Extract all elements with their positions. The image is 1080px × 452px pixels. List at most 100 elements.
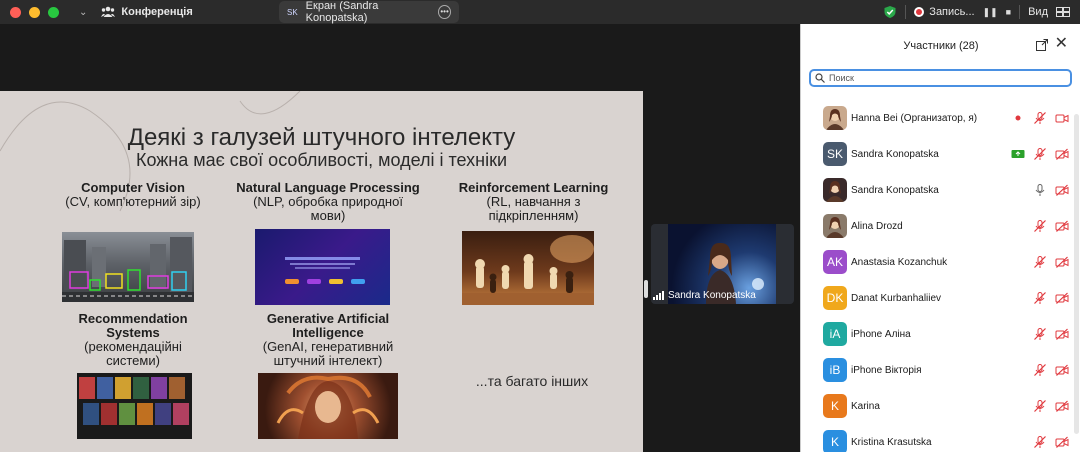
camera-off-icon[interactable] bbox=[1055, 363, 1069, 377]
camera-off-icon[interactable] bbox=[1055, 435, 1069, 449]
mic-muted-icon[interactable] bbox=[1033, 399, 1047, 413]
avatar: SK bbox=[823, 142, 847, 166]
nlp-interface-graphic bbox=[285, 257, 365, 284]
pop-out-icon[interactable] bbox=[1036, 39, 1048, 51]
participant-name: iPhone Вікторія bbox=[851, 364, 922, 376]
participant-list-scrollbar[interactable] bbox=[1074, 114, 1079, 434]
mic-muted-icon[interactable] bbox=[1033, 435, 1047, 449]
cv-block: Computer Vision (CV, комп'ютерний зір) bbox=[58, 181, 208, 209]
participant-row[interactable]: Hanna Bei (Организатор, я) bbox=[801, 100, 1080, 136]
participant-name: Sandra Konopatska bbox=[851, 148, 939, 160]
nlp-heading: Natural Language Processing bbox=[236, 180, 420, 195]
screen-share-tab[interactable]: SK Екран (Sandra Konopatska) ••• bbox=[279, 0, 459, 24]
participant-controls bbox=[1011, 147, 1069, 161]
participant-controls bbox=[1033, 327, 1069, 341]
cv-description: (CV, комп'ютерний зір) bbox=[65, 194, 201, 209]
meeting-title[interactable]: Конференція bbox=[101, 6, 193, 18]
avatar bbox=[823, 178, 847, 202]
signal-strength-icon bbox=[653, 291, 664, 300]
title-bar-right: Запись... ❚❚ ■ Вид bbox=[883, 0, 1070, 24]
participant-search[interactable] bbox=[809, 69, 1072, 87]
participant-row[interactable]: Alina Drozd bbox=[801, 208, 1080, 244]
participant-row[interactable]: SK Sandra Konopatska bbox=[801, 136, 1080, 172]
avatar: K bbox=[823, 394, 847, 418]
security-shield-icon[interactable] bbox=[883, 5, 897, 19]
mic-muted-icon[interactable] bbox=[1033, 111, 1047, 125]
close-panel-icon[interactable]: ✕ bbox=[1055, 36, 1068, 52]
search-icon bbox=[815, 73, 825, 83]
participant-controls bbox=[1033, 219, 1069, 233]
mic-muted-icon[interactable] bbox=[1033, 327, 1047, 341]
participant-row[interactable]: DK Danat Kurbanhaliiev bbox=[801, 280, 1080, 316]
movie-posters-graphic bbox=[79, 377, 189, 425]
camera-off-icon[interactable] bbox=[1055, 183, 1069, 197]
participant-name: Kristina Krasutska bbox=[851, 436, 932, 448]
participant-name: Danat Kurbanhaliiev bbox=[851, 292, 942, 304]
divider bbox=[1019, 5, 1021, 19]
mic-muted-icon[interactable] bbox=[1033, 255, 1047, 269]
slide-title: Деякі з галузей штучного інтелекту bbox=[127, 124, 516, 151]
rl-heading: Reinforcement Learning bbox=[458, 180, 609, 195]
mic-muted-icon[interactable] bbox=[1033, 219, 1047, 233]
mic-muted-icon[interactable] bbox=[1033, 147, 1047, 161]
nlp-image bbox=[255, 229, 390, 305]
participant-row[interactable]: AK Anastasia Kozanchuk bbox=[801, 244, 1080, 280]
share-tab-label: Екран (Sandra Konopatska) bbox=[305, 0, 379, 24]
mic-muted-icon[interactable] bbox=[1033, 291, 1047, 305]
participants-icon bbox=[101, 6, 116, 17]
camera-off-icon[interactable] bbox=[1055, 147, 1069, 161]
participant-row[interactable]: iB iPhone Вікторія bbox=[801, 352, 1080, 388]
grid-view-icon[interactable] bbox=[1056, 7, 1070, 17]
participant-name: Hanna Bei (Организатор, я) bbox=[851, 112, 978, 124]
zoom-window-button[interactable] bbox=[48, 6, 59, 18]
close-window-button[interactable] bbox=[10, 6, 21, 18]
pause-recording-icon[interactable]: ❚❚ bbox=[983, 7, 998, 18]
shared-screen-area: Деякі з галузей штучного інтелекту Кожна… bbox=[0, 24, 800, 452]
camera-off-icon[interactable] bbox=[1055, 327, 1069, 341]
minimize-window-button[interactable] bbox=[29, 6, 40, 18]
nlp-description: (NLP, обробка природної мови) bbox=[253, 194, 403, 223]
slide-subtitle: Кожна має свої особливості, моделі і тех… bbox=[135, 150, 508, 170]
avatar: iA bbox=[823, 322, 847, 346]
mic-icon[interactable] bbox=[1033, 183, 1047, 197]
participant-name: iPhone Аліна bbox=[851, 328, 911, 340]
recsys-block: Recommendation Systems (рекомендаційні с… bbox=[58, 312, 208, 368]
screen-share-icon bbox=[1011, 150, 1025, 158]
video-tile[interactable]: Sandra Konopatska bbox=[651, 224, 794, 304]
chevron-down-icon[interactable]: ⌄ bbox=[79, 7, 87, 18]
recording-indicator[interactable]: Запись... bbox=[914, 6, 975, 18]
participant-controls bbox=[1033, 255, 1069, 269]
camera-off-icon[interactable] bbox=[1055, 291, 1069, 305]
participant-row[interactable]: Sandra Konopatska bbox=[801, 172, 1080, 208]
search-input[interactable] bbox=[829, 73, 1049, 83]
avatar-photo bbox=[826, 109, 844, 130]
recsys-description: (рекомендаційні системи) bbox=[84, 339, 182, 368]
divider bbox=[905, 5, 907, 19]
meeting-title-label: Конференція bbox=[121, 6, 193, 18]
mic-muted-icon[interactable] bbox=[1033, 363, 1047, 377]
share-tab-avatar: SK bbox=[287, 7, 298, 17]
genai-description: (GenAI, генеративний штучний інтелект) bbox=[262, 339, 394, 368]
avatar bbox=[823, 106, 847, 130]
stop-recording-icon[interactable]: ■ bbox=[1006, 7, 1011, 17]
participant-row[interactable]: K Karina bbox=[801, 388, 1080, 424]
genai-portrait-image bbox=[258, 373, 398, 439]
recsys-heading: Recommendation Systems bbox=[78, 311, 188, 340]
view-button[interactable]: Вид bbox=[1028, 6, 1048, 18]
camera-off-icon[interactable] bbox=[1055, 219, 1069, 233]
participant-row[interactable]: K Kristina Krasutska bbox=[801, 424, 1080, 452]
nlp-block: Natural Language Processing (NLP, обробк… bbox=[218, 181, 438, 223]
camera-off-icon[interactable] bbox=[1055, 255, 1069, 269]
panel-resize-handle[interactable] bbox=[644, 280, 648, 298]
chess-image bbox=[462, 231, 594, 305]
more-options-icon[interactable]: ••• bbox=[438, 5, 451, 19]
video-name-label: Sandra Konopatska bbox=[651, 290, 794, 301]
camera-icon[interactable] bbox=[1055, 111, 1069, 125]
camera-off-icon[interactable] bbox=[1055, 399, 1069, 413]
window-controls bbox=[10, 6, 59, 18]
participant-name: Anastasia Kozanchuk bbox=[851, 256, 948, 268]
participant-row[interactable]: iA iPhone Аліна bbox=[801, 316, 1080, 352]
participant-controls bbox=[1033, 363, 1069, 377]
rl-block: Reinforcement Learning (RL, навчання з п… bbox=[446, 181, 621, 223]
avatar bbox=[823, 214, 847, 238]
